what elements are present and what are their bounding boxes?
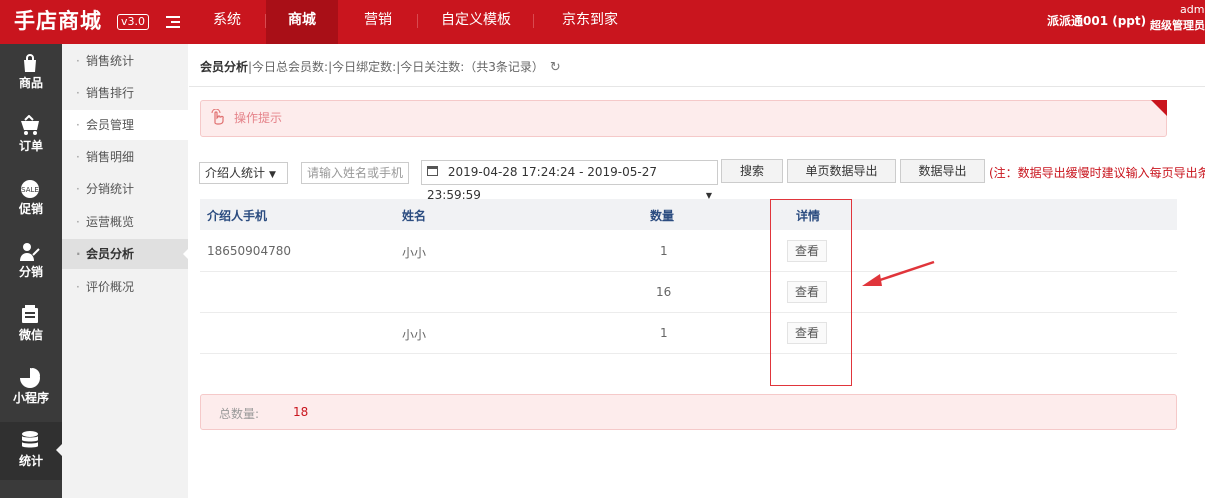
table-row: 小小 1 查看 bbox=[200, 313, 1177, 354]
cell-count: 16 bbox=[656, 285, 672, 299]
export-button[interactable]: 数据导出 bbox=[900, 159, 985, 183]
nav-item-mall[interactable]: 商城 bbox=[266, 0, 338, 44]
col-header-name: 姓名 bbox=[402, 209, 427, 223]
sidebar-item-miniprogram[interactable]: 小程序 bbox=[0, 359, 62, 417]
col-header-count: 数量 bbox=[650, 209, 675, 223]
menu-toggle-icon[interactable] bbox=[166, 16, 180, 28]
pie-icon bbox=[19, 367, 41, 389]
table-row: 16 查看 bbox=[200, 272, 1177, 313]
refresh-icon[interactable]: ↻ bbox=[550, 60, 561, 75]
cell-name: 小小 bbox=[402, 328, 427, 342]
submenu-item-distribution-stats[interactable]: 分销统计 bbox=[62, 174, 188, 204]
admin-name[interactable]: admi bbox=[1180, 3, 1205, 16]
admin-role: 超级管理员 bbox=[1150, 19, 1205, 32]
breadcrumb-stats: |今日总会员数:|今日绑定数:|今日关注数:（共3条记录） bbox=[248, 60, 544, 74]
submenu: 销售统计 销售排行 会员管理 销售明细 分销统计 运营概览 会员分析 评价概况 bbox=[62, 44, 189, 498]
shop-name[interactable]: 派派通001 (ppt) bbox=[1047, 12, 1146, 29]
annotation-arrow-icon bbox=[862, 260, 935, 286]
calendar-icon bbox=[427, 165, 442, 179]
export-note: (注：数据导出缓慢时建议输入每页导出条 bbox=[989, 166, 1205, 180]
logo[interactable]: 手店商城 bbox=[14, 5, 102, 35]
hand-pointer-icon bbox=[209, 108, 225, 129]
submenu-item-member-analysis[interactable]: 会员分析 bbox=[62, 239, 189, 269]
search-input[interactable]: 请输入姓名或手机 bbox=[301, 162, 409, 184]
database-icon bbox=[19, 430, 41, 452]
submenu-item-sales-stats[interactable]: 销售统计 bbox=[62, 46, 188, 76]
wechat-icon bbox=[19, 304, 41, 326]
nav-item-jd[interactable]: 京东到家 bbox=[534, 0, 646, 44]
highlight-box bbox=[770, 199, 852, 386]
distribution-icon bbox=[19, 241, 41, 263]
nav-item-system[interactable]: 系统 bbox=[188, 0, 266, 44]
nav-item-template[interactable]: 自定义模板 bbox=[418, 0, 534, 44]
cell-name: 小小 bbox=[402, 246, 427, 260]
cell-count: 1 bbox=[660, 326, 668, 340]
submenu-item-review-overview[interactable]: 评价概况 bbox=[62, 272, 188, 302]
sale-icon: SALE bbox=[19, 178, 41, 200]
bag-icon bbox=[19, 52, 41, 74]
breadcrumb: 会员分析|今日总会员数:|今日绑定数:|今日关注数:（共3条记录） ↻ bbox=[200, 58, 561, 75]
stat-type-select[interactable]: 介绍人统计 ▼ bbox=[199, 162, 288, 184]
col-header-phone: 介绍人手机 bbox=[207, 209, 268, 223]
sidebar-item-stats[interactable]: 统计 bbox=[0, 422, 62, 480]
tip-corner[interactable] bbox=[1151, 100, 1167, 116]
table-row: 18650904780 小小 1 查看 bbox=[200, 231, 1177, 272]
chevron-down-icon: ▼ bbox=[269, 170, 276, 180]
total-label: 总数量: bbox=[219, 407, 260, 421]
total-value: 18 bbox=[293, 405, 309, 419]
svg-text:SALE: SALE bbox=[21, 186, 39, 194]
sidebar-item-distribution[interactable]: 分销 bbox=[0, 233, 62, 291]
total-bar: 总数量: 18 bbox=[200, 394, 1177, 430]
sidebar-item-wechat[interactable]: 微信 bbox=[0, 296, 62, 354]
cart-icon bbox=[19, 114, 41, 137]
sidebar-item-promo[interactable]: SALE 促销 bbox=[0, 170, 62, 228]
tip-box: 操作提示 bbox=[200, 100, 1167, 137]
submenu-item-member-mgmt[interactable]: 会员管理 bbox=[62, 110, 188, 140]
header-divider bbox=[189, 86, 1205, 87]
icon-sidebar: 商品 订单 SALE 促销 分销 微信 小程序 统计 bbox=[0, 44, 62, 498]
table-header: 介绍人手机 姓名 数量 详情 bbox=[200, 199, 1177, 230]
page-title: 会员分析 bbox=[200, 60, 249, 74]
sidebar-item-orders[interactable]: 订单 bbox=[0, 107, 62, 165]
search-button[interactable]: 搜索 bbox=[721, 159, 783, 183]
date-range-picker[interactable]: 2019-04-28 17:24:24 - 2019-05-27 23:59:5… bbox=[421, 160, 718, 202]
submenu-item-sales-rank[interactable]: 销售排行 bbox=[62, 78, 188, 108]
cell-phone: 18650904780 bbox=[207, 244, 291, 258]
submenu-item-sales-detail[interactable]: 销售明细 bbox=[62, 142, 188, 172]
cell-count: 1 bbox=[660, 244, 668, 258]
main-nav: 系统 商城 营销 自定义模板 京东到家 bbox=[188, 0, 646, 44]
nav-item-marketing[interactable]: 营销 bbox=[338, 0, 418, 44]
submenu-item-operations[interactable]: 运营概览 bbox=[62, 207, 188, 237]
export-page-button[interactable]: 单页数据导出 bbox=[787, 159, 896, 183]
tip-text[interactable]: 操作提示 bbox=[234, 109, 282, 126]
version-badge: v3.0 bbox=[117, 14, 150, 30]
top-bar: 手店商城 v3.0 系统 商城 营销 自定义模板 京东到家 派派通001 (pp… bbox=[0, 0, 1205, 44]
sidebar-item-goods[interactable]: 商品 bbox=[0, 44, 62, 102]
